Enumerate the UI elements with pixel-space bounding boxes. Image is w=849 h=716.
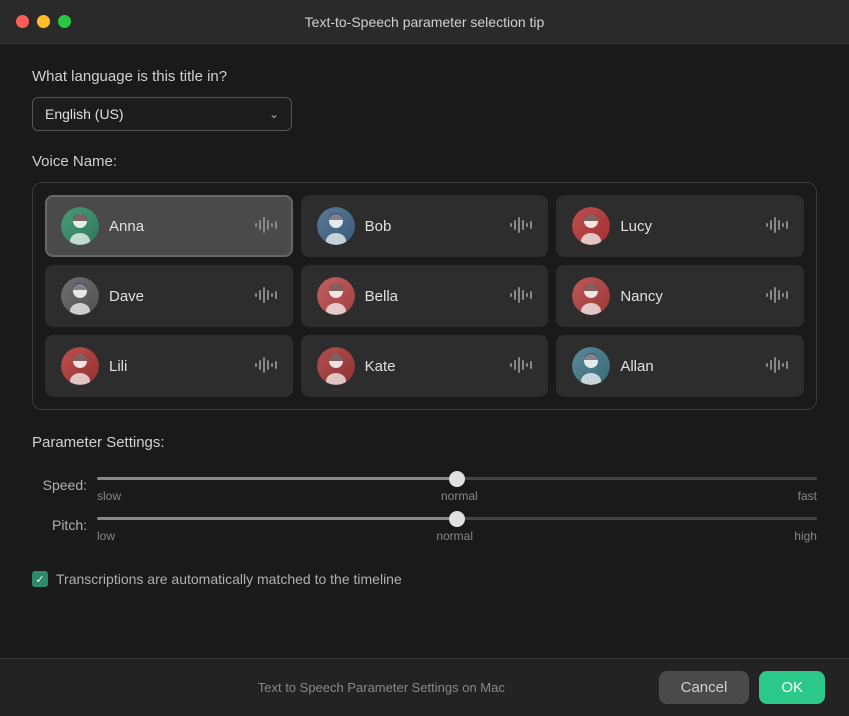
voice-avatar-kate	[317, 347, 355, 385]
voice-name-anna: Anna	[109, 218, 245, 235]
wave-icon-allan	[766, 357, 788, 376]
cancel-button[interactable]: Cancel	[659, 671, 750, 704]
speed-row: Speed: slow normal fast	[32, 467, 817, 503]
speed-label: Speed:	[32, 477, 87, 493]
voice-card-nancy[interactable]: Nancy	[556, 265, 804, 327]
speed-tick-normal: normal	[441, 489, 478, 503]
wave-icon-bob	[510, 217, 532, 236]
bottom-buttons: Cancel OK	[659, 671, 825, 704]
traffic-lights	[16, 15, 71, 28]
voice-card-anna[interactable]: Anna	[45, 195, 293, 257]
voice-name-allan: Allan	[620, 358, 756, 375]
language-label: What language is this title in?	[32, 68, 817, 85]
speed-tick-slow: slow	[97, 489, 121, 503]
ok-button[interactable]: OK	[759, 671, 825, 704]
voice-name-bella: Bella	[365, 288, 501, 305]
chevron-down-icon: ⌄	[269, 107, 279, 121]
voice-card-kate[interactable]: Kate	[301, 335, 549, 397]
voice-avatar-bella	[317, 277, 355, 315]
voice-avatar-nancy	[572, 277, 610, 315]
transcription-checkbox[interactable]: ✓	[32, 571, 48, 587]
voice-card-dave[interactable]: Dave	[45, 265, 293, 327]
speed-tick-fast: fast	[798, 489, 817, 503]
wave-icon-bella	[510, 287, 532, 306]
voice-name-bob: Bob	[365, 218, 501, 235]
param-label: Parameter Settings:	[32, 434, 817, 451]
voice-card-bella[interactable]: Bella	[301, 265, 549, 327]
bottom-center-text: Text to Speech Parameter Settings on Mac	[104, 680, 659, 695]
wave-icon-dave	[255, 287, 277, 306]
speed-slider[interactable]	[97, 477, 817, 480]
voice-card-bob[interactable]: Bob	[301, 195, 549, 257]
close-button[interactable]	[16, 15, 29, 28]
wave-icon-anna	[255, 217, 277, 236]
voice-name-dave: Dave	[109, 288, 245, 305]
voice-card-lucy[interactable]: Lucy	[556, 195, 804, 257]
check-icon: ✓	[35, 573, 44, 586]
wave-icon-lili	[255, 357, 277, 376]
voice-card-allan[interactable]: Allan	[556, 335, 804, 397]
title-bar: Text-to-Speech parameter selection tip	[0, 0, 849, 44]
pitch-slider-container: low normal high	[97, 507, 817, 543]
minimize-button[interactable]	[37, 15, 50, 28]
pitch-tick-low: low	[97, 529, 115, 543]
voice-name-lucy: Lucy	[620, 218, 756, 235]
transcription-checkbox-row[interactable]: ✓ Transcriptions are automatically match…	[32, 571, 817, 587]
param-section: Parameter Settings: Speed: slow normal f…	[32, 434, 817, 551]
voice-avatar-bob	[317, 207, 355, 245]
pitch-label: Pitch:	[32, 517, 87, 533]
wave-icon-kate	[510, 357, 532, 376]
voice-name-lili: Lili	[109, 358, 245, 375]
voice-avatar-dave	[61, 277, 99, 315]
voice-label: Voice Name:	[32, 153, 817, 170]
voice-section: Voice Name: Anna	[32, 153, 817, 410]
maximize-button[interactable]	[58, 15, 71, 28]
main-content: What language is this title in? English …	[0, 44, 849, 658]
pitch-tick-normal: normal	[436, 529, 473, 543]
pitch-row: Pitch: low normal high	[32, 507, 817, 543]
pitch-slider[interactable]	[97, 517, 817, 520]
voice-card-lili[interactable]: Lili	[45, 335, 293, 397]
language-dropdown[interactable]: English (US) ⌄	[32, 97, 292, 131]
param-inner: Speed: slow normal fast Pitch: low	[32, 463, 817, 551]
voice-avatar-lili	[61, 347, 99, 385]
voice-avatar-anna	[61, 207, 99, 245]
wave-icon-nancy	[766, 287, 788, 306]
bottom-bar: Text to Speech Parameter Settings on Mac…	[0, 658, 849, 716]
voice-avatar-lucy	[572, 207, 610, 245]
pitch-ticks: low normal high	[97, 529, 817, 543]
transcription-label: Transcriptions are automatically matched…	[56, 571, 402, 587]
wave-icon-lucy	[766, 217, 788, 236]
speed-slider-container: slow normal fast	[97, 467, 817, 503]
language-value: English (US)	[45, 106, 124, 122]
window-title: Text-to-Speech parameter selection tip	[305, 14, 545, 30]
voice-name-kate: Kate	[365, 358, 501, 375]
voice-name-nancy: Nancy	[620, 288, 756, 305]
voice-avatar-allan	[572, 347, 610, 385]
speed-ticks: slow normal fast	[97, 489, 817, 503]
voice-grid: Anna Bob	[32, 182, 817, 410]
pitch-tick-high: high	[794, 529, 817, 543]
